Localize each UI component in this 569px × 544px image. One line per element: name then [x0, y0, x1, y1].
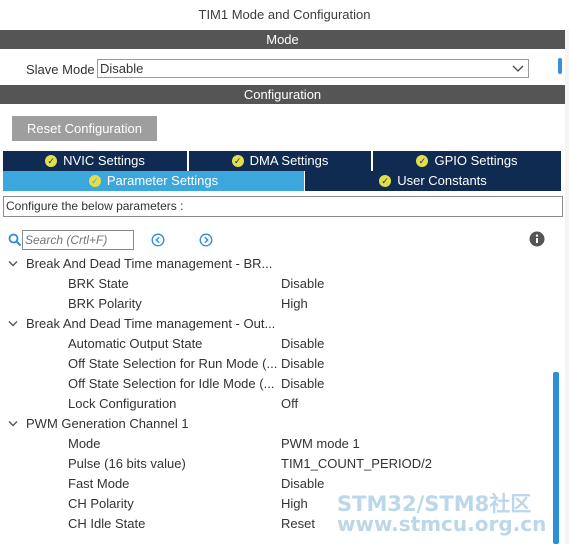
- table-row[interactable]: Pulse (16 bits value) TIM1_COUNT_PERIOD/…: [0, 454, 548, 474]
- param-value: Off: [281, 396, 299, 411]
- right-edge: [565, 30, 569, 544]
- tab-label: NVIC Settings: [63, 153, 145, 168]
- table-row[interactable]: Off State Selection for Run Mode (... Di…: [0, 354, 548, 374]
- instructions-text: Configure the below parameters :: [3, 196, 563, 217]
- chevron-down-icon[interactable]: [8, 320, 18, 328]
- tree-group-break-dead-time-brk[interactable]: Break And Dead Time management - BR...: [0, 254, 548, 274]
- slave-mode-value: Disable: [100, 61, 144, 76]
- param-value: Disable: [281, 356, 325, 371]
- param-name: BRK State: [68, 276, 129, 291]
- search-icon: [8, 233, 22, 247]
- check-circle-icon: ✓: [45, 155, 58, 167]
- check-circle-icon: ✓: [231, 155, 244, 167]
- param-value: TIM1_COUNT_PERIOD/2: [281, 456, 432, 471]
- arrow-left-circle-icon[interactable]: [151, 233, 165, 247]
- tree-scrollbar-thumb[interactable]: [553, 372, 559, 544]
- chevron-down-icon[interactable]: [8, 260, 18, 268]
- parameter-tree: Break And Dead Time management - BR... B…: [0, 254, 548, 544]
- param-name: CH Idle State: [68, 516, 146, 531]
- param-name: Fast Mode: [68, 476, 130, 491]
- tab-gpio-settings[interactable]: ✓ GPIO Settings: [373, 151, 561, 171]
- mode-scrollbar[interactable]: [558, 58, 562, 74]
- table-row[interactable]: CH Idle State Reset: [0, 514, 548, 534]
- table-row[interactable]: Fast Mode Disable: [0, 474, 548, 494]
- chevron-down-icon[interactable]: [8, 420, 18, 428]
- group-label: Break And Dead Time management - BR...: [26, 256, 273, 271]
- mode-panel: Slave Mode Disable: [0, 49, 565, 85]
- param-name: CH Polarity: [68, 496, 134, 511]
- window-title: TIM1 Mode and Configuration: [0, 0, 569, 30]
- table-row[interactable]: Off State Selection for Idle Mode (... D…: [0, 374, 548, 394]
- table-row[interactable]: Automatic Output State Disable: [0, 334, 548, 354]
- search-input[interactable]: [22, 230, 134, 250]
- configuration-section-header: Configuration: [0, 85, 565, 104]
- arrow-right-circle-icon[interactable]: [199, 233, 213, 247]
- param-name: Lock Configuration: [68, 396, 177, 411]
- tab-nvic-settings[interactable]: ✓ NVIC Settings: [3, 151, 187, 171]
- param-value: Disable: [281, 476, 325, 491]
- param-name: Off State Selection for Idle Mode (...: [68, 376, 275, 391]
- param-value: Disable: [281, 376, 325, 391]
- check-circle-icon: ✓: [416, 155, 429, 167]
- tree-group-break-dead-time-out[interactable]: Break And Dead Time management - Out...: [0, 314, 548, 334]
- table-row[interactable]: BRK State Disable: [0, 274, 548, 294]
- table-row[interactable]: BRK Polarity High: [0, 294, 548, 314]
- tab-dma-settings[interactable]: ✓ DMA Settings: [189, 151, 371, 171]
- tree-group-pwm-channel-1[interactable]: PWM Generation Channel 1: [0, 414, 548, 434]
- tab-parameter-settings[interactable]: ✓ Parameter Settings: [3, 171, 304, 191]
- param-value: Reset: [281, 516, 315, 531]
- param-name: BRK Polarity: [68, 296, 142, 311]
- tab-user-constants[interactable]: ✓ User Constants: [305, 171, 561, 191]
- reset-configuration-button[interactable]: Reset Configuration: [12, 116, 157, 141]
- param-value: PWM mode 1: [281, 436, 360, 451]
- param-value: Disable: [281, 276, 325, 291]
- tab-label: GPIO Settings: [434, 153, 518, 168]
- param-value: Disable: [281, 336, 325, 351]
- table-row[interactable]: CH Polarity High: [0, 494, 548, 514]
- check-circle-icon: ✓: [88, 175, 101, 187]
- info-icon[interactable]: [529, 231, 545, 247]
- mode-section-header: Mode: [0, 30, 565, 49]
- param-name: Pulse (16 bits value): [68, 456, 186, 471]
- tab-label: Parameter Settings: [106, 173, 219, 188]
- param-value: High: [281, 496, 308, 511]
- table-row[interactable]: Mode PWM mode 1: [0, 434, 548, 454]
- tab-label: User Constants: [397, 173, 487, 188]
- param-name: Mode: [68, 436, 101, 451]
- param-name: Off State Selection for Run Mode (...: [68, 356, 278, 371]
- slave-mode-select[interactable]: Disable: [97, 59, 529, 78]
- tab-label: DMA Settings: [249, 153, 329, 168]
- chevron-down-icon: [512, 65, 524, 72]
- group-label: Break And Dead Time management - Out...: [26, 316, 276, 331]
- check-circle-icon: ✓: [379, 175, 392, 187]
- group-label: PWM Generation Channel 1: [26, 416, 189, 431]
- slave-mode-label: Slave Mode: [26, 62, 95, 77]
- table-row[interactable]: Lock Configuration Off: [0, 394, 548, 414]
- param-name: Automatic Output State: [68, 336, 203, 351]
- param-value: High: [281, 296, 308, 311]
